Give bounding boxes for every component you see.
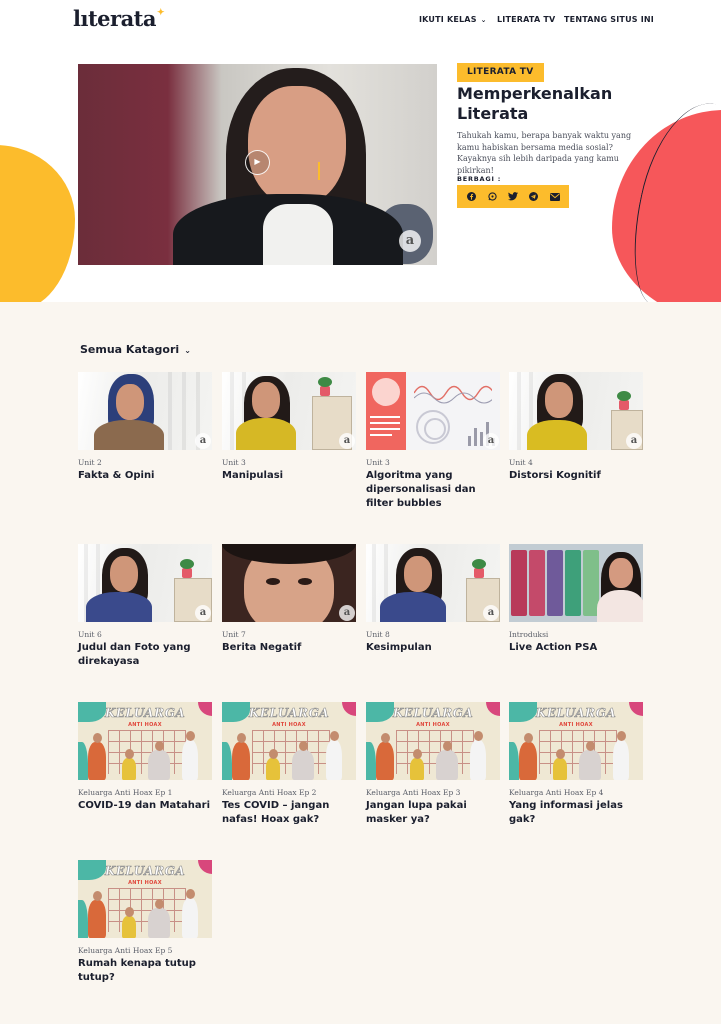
site-logo[interactable]: lıterata ✦ [73,6,165,31]
video-thumbnail[interactable]: a [222,372,356,450]
chevron-down-icon: ⌄ [480,16,487,24]
video-title[interactable]: Berita Negatif [222,641,356,655]
chevron-down-icon: ⌄ [184,346,191,355]
thumbnail-title: KELUARGA [392,706,474,721]
thumbnail-title: KELUARGA [104,864,186,879]
video-title[interactable]: Algoritma yang dipersonalisasi dan filte… [366,469,500,511]
nav-tentang-situs[interactable]: TENTANG SITUS INI [564,15,654,24]
twitter-icon[interactable] [506,190,519,203]
category-badge[interactable]: LITERATA TV [457,63,544,82]
video-title[interactable]: Fakta & Opini [78,469,212,483]
video-title[interactable]: Rumah kenapa tutup tutup? [78,957,212,985]
watermark-icon: a [399,230,421,252]
video-title[interactable]: Live Action PSA [509,641,643,655]
video-thumbnail[interactable]: KELUARGA ANTI HOAX [222,702,356,780]
hero-description: Tahukah kamu, berapa banyak waktu yang k… [457,131,632,175]
video-card[interactable]: a Unit 4 Distorsi Kognitif [509,372,643,481]
telegram-icon[interactable] [527,190,540,203]
video-title[interactable]: COVID-19 dan Matahari [78,799,212,813]
watermark-icon: a [483,605,499,621]
video-unit-label: Keluarga Anti Hoax Ep 2 [222,788,317,797]
video-card[interactable]: a Unit 2 Fakta & Opini [78,372,212,481]
video-unit-label: Keluarga Anti Hoax Ep 4 [509,788,604,797]
video-card[interactable]: KELUARGA ANTI HOAX Keluarga Anti Hoax Ep… [509,702,643,825]
share-label: BERBAGI : [457,175,502,183]
watermark-icon: a [339,605,355,621]
nav-ikuti-kelas[interactable]: IKUTI KELAS ⌄ [419,15,487,24]
watermark-icon: a [195,605,211,621]
watermark-icon: a [483,433,499,449]
video-card[interactable]: a Unit 3 Algoritma yang dipersonalisasi … [366,372,500,509]
video-unit-label: Unit 2 [78,458,102,467]
hero-title: Memperkenalkan Literata [457,84,613,123]
video-thumbnail[interactable]: a [366,544,500,622]
share-bar [457,185,569,208]
thumbnail-subtitle: ANTI HOAX [128,880,162,886]
video-thumbnail[interactable]: KELUARGA ANTI HOAX [509,702,643,780]
thumbnail-title: KELUARGA [248,706,330,721]
video-unit-label: Unit 8 [366,630,390,639]
video-thumbnail[interactable]: KELUARGA ANTI HOAX [78,702,212,780]
video-card[interactable]: KELUARGA ANTI HOAX Keluarga Anti Hoax Ep… [78,702,212,811]
video-thumbnail[interactable]: a [366,372,500,450]
nav-literata-tv[interactable]: LITERATA TV [497,15,555,24]
video-title[interactable]: Distorsi Kognitif [509,469,643,483]
video-card[interactable]: KELUARGA ANTI HOAX Keluarga Anti Hoax Ep… [366,702,500,825]
thumbnail-subtitle: ANTI HOAX [128,722,162,728]
video-card[interactable]: KELUARGA ANTI HOAX Keluarga Anti Hoax Ep… [222,702,356,825]
video-thumbnail[interactable]: a [509,372,643,450]
thumbnail-title: KELUARGA [104,706,186,721]
watermark-icon: a [339,433,355,449]
play-icon[interactable]: ▶ [245,150,270,175]
video-card[interactable]: KELUARGA ANTI HOAX Keluarga Anti Hoax Ep… [78,860,212,983]
video-title[interactable]: Judul dan Foto yang direkayasa [78,641,212,669]
email-icon[interactable] [548,190,561,203]
video-card[interactable]: Introduksi Live Action PSA [509,544,643,653]
video-thumbnail[interactable]: KELUARGA ANTI HOAX [366,702,500,780]
logo-spark-icon: ✦ [156,8,165,18]
video-card[interactable]: a Unit 3 Manipulasi [222,372,356,481]
video-unit-label: Unit 6 [78,630,102,639]
video-thumbnail[interactable]: a [78,372,212,450]
watermark-icon: a [626,433,642,449]
video-card[interactable]: a Unit 8 Kesimpulan [366,544,500,653]
watermark-icon: a [195,433,211,449]
video-unit-label: Introduksi [509,630,549,639]
video-thumbnail[interactable]: a [222,544,356,622]
video-title[interactable]: Kesimpulan [366,641,500,655]
hero-video-player[interactable]: ▶ a [78,64,437,265]
video-unit-label: Keluarga Anti Hoax Ep 5 [78,946,173,955]
video-thumbnail[interactable] [509,544,643,622]
video-unit-label: Keluarga Anti Hoax Ep 1 [78,788,173,797]
decorative-blob-yellow [0,145,75,302]
video-title[interactable]: Yang informasi jelas gak? [509,799,643,827]
thumbnail-subtitle: ANTI HOAX [416,722,450,728]
facebook-icon[interactable] [465,190,478,203]
video-unit-label: Keluarga Anti Hoax Ep 3 [366,788,461,797]
video-card[interactable]: a Unit 7 Berita Negatif [222,544,356,653]
video-title[interactable]: Jangan lupa pakai masker ya? [366,799,500,827]
video-unit-label: Unit 3 [366,458,390,467]
thumbnail-title: KELUARGA [535,706,617,721]
video-unit-label: Unit 4 [509,458,533,467]
video-thumbnail[interactable]: KELUARGA ANTI HOAX [78,860,212,938]
whatsapp-icon[interactable] [486,190,499,203]
video-card[interactable]: a Unit 6 Judul dan Foto yang direkayasa [78,544,212,667]
video-unit-label: Unit 7 [222,630,246,639]
video-thumbnail[interactable]: a [78,544,212,622]
category-filter-dropdown[interactable]: Semua Katagori ⌄ [80,343,191,356]
hero-section: lıterata ✦ IKUTI KELAS ⌄ LITERATA TV TENTA… [0,0,721,302]
thumbnail-subtitle: ANTI HOAX [559,722,593,728]
video-unit-label: Unit 3 [222,458,246,467]
video-title[interactable]: Tes COVID – jangan nafas! Hoax gak? [222,799,356,827]
thumbnail-subtitle: ANTI HOAX [272,722,306,728]
video-title[interactable]: Manipulasi [222,469,356,483]
